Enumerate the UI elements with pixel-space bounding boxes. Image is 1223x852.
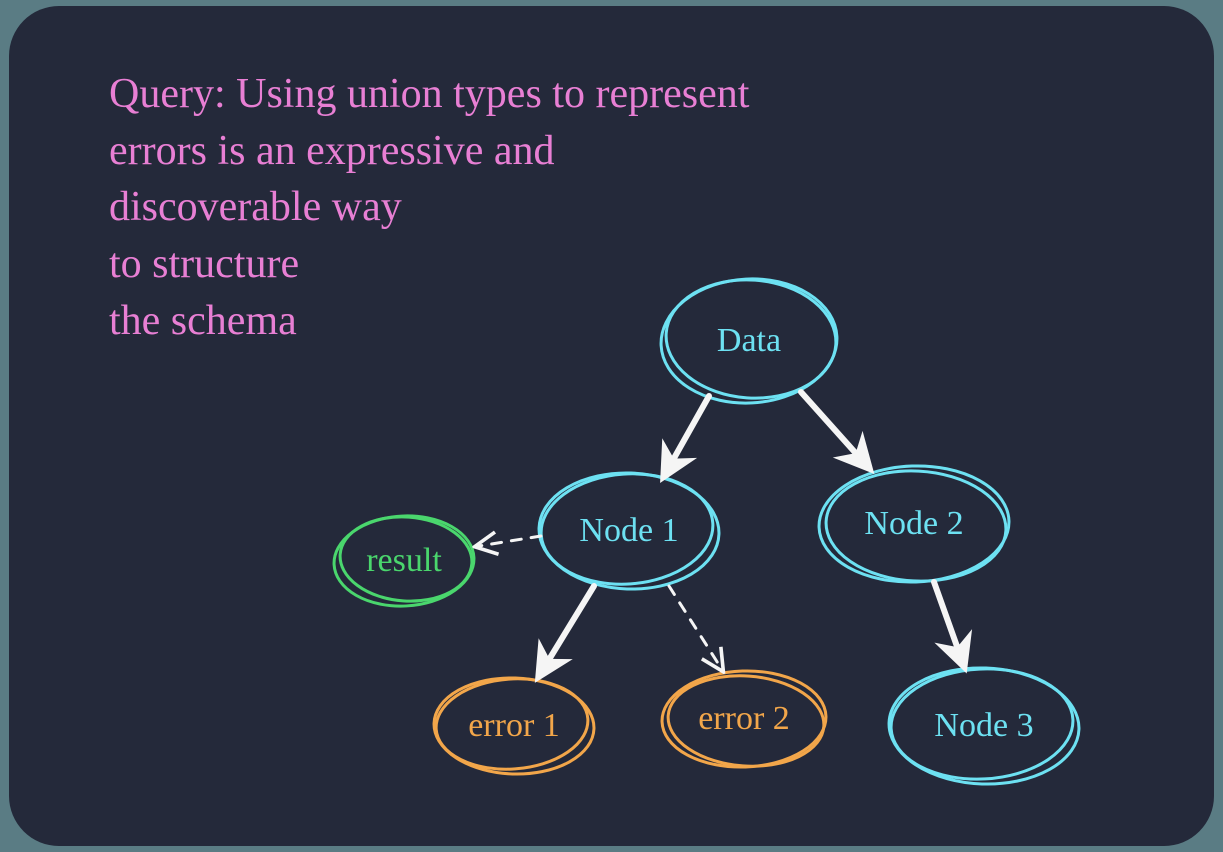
edge-node1-error2 — [669, 586, 721, 668]
node-error1-label: error 1 — [468, 707, 560, 745]
edge-data-node2 — [801, 392, 869, 468]
edge-node1-error1 — [539, 586, 594, 676]
node-node2-label: Node 2 — [864, 505, 963, 543]
query-text: Query: Using union types to represent er… — [109, 66, 749, 349]
node-node1-label: Node 1 — [579, 512, 678, 550]
diagram-card: Query: Using union types to represent er… — [9, 6, 1214, 846]
edge-node2-node3 — [934, 582, 964, 666]
edge-node1-result — [479, 536, 541, 546]
node-error2-label: error 2 — [698, 700, 790, 738]
edge-data-node1 — [664, 396, 709, 476]
node-node3-label: Node 3 — [934, 707, 1033, 745]
node-result-label: result — [366, 542, 442, 580]
node-data-label: Data — [717, 322, 781, 360]
